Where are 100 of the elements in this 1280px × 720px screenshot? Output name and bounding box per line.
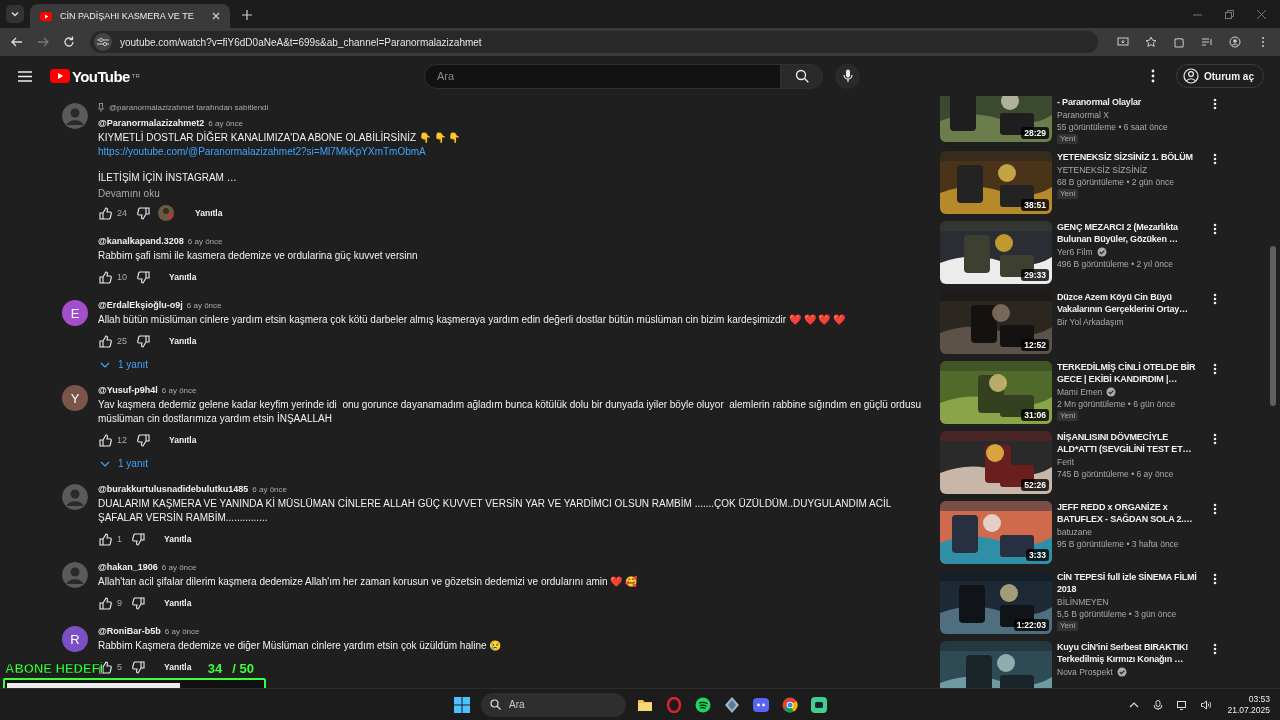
like-button[interactable] — [98, 432, 114, 448]
channel-name[interactable]: Yer6 Film — [1057, 246, 1093, 258]
video-title[interactable]: GENÇ MEZARCI 2 (Mezarlıkta Bulunan Büyüler, Gözüken … — [1057, 221, 1202, 245]
like-count: 5 — [117, 662, 122, 672]
video-duration: 52:26 — [1021, 479, 1049, 491]
forward-arrow-icon — [37, 36, 49, 48]
comment-time[interactable]: 6 ay önce — [164, 627, 200, 636]
speaker-icon — [1201, 699, 1212, 710]
like-count: 12 — [117, 435, 127, 445]
like-button[interactable] — [98, 205, 114, 221]
volume-button[interactable] — [1199, 697, 1214, 712]
video-meta: 2 Mn görüntüleme • 6 gün önce — [1057, 398, 1176, 410]
read-more-button[interactable]: Devamını oku — [98, 188, 160, 199]
comment-text: Rabbim Kaşmera dedemize ve diğer Müslüman cinlere yardım etsin çok üzüldüm haline 😢 — [98, 639, 502, 653]
microphone-icon — [1153, 699, 1164, 710]
search-button[interactable] — [781, 63, 823, 89]
comment-author[interactable]: @hakan_1906 — [98, 562, 158, 572]
comment-time[interactable]: 6 ay önce — [161, 386, 197, 395]
comment-link[interactable]: https://youtube.com/@Paranormalazizahmet2?si=Ml7MkKpYXmTmObmA — [98, 145, 426, 159]
more-vertical-icon — [1213, 643, 1218, 655]
reply-button[interactable]: Yanıtla — [165, 269, 201, 285]
search-field[interactable]: Ara — [424, 63, 781, 89]
video-title[interactable]: TERKEDİLMİŞ CİNLİ OTELDE BİR GECE | EKİBİ KANDIRDIM |… — [1057, 361, 1202, 385]
video-title[interactable]: Kuyu CİN'ini Serbest BIRAKTIK! Terkedilmiş Kırmızı Konağın … — [1057, 641, 1202, 665]
thumbs-down-icon — [136, 270, 150, 284]
windows-icon — [454, 696, 470, 713]
channel-name[interactable]: Ferit — [1057, 456, 1074, 468]
dislike-button[interactable] — [130, 531, 146, 547]
channel-name[interactable]: Paranormal X — [1057, 109, 1109, 121]
browser-tab[interactable]: CİN PADİŞAHI KASMERA VE TE — [30, 4, 230, 28]
clock-date[interactable]: 21.07.2025 — [1227, 704, 1270, 716]
close-tab-button[interactable] — [210, 10, 222, 22]
reply-button[interactable]: Yanıtla — [160, 531, 196, 547]
dislike-button[interactable] — [135, 333, 151, 349]
video-title[interactable]: - Paranormal Olaylar — [1057, 96, 1142, 108]
reply-button[interactable]: Yanıtla — [160, 659, 196, 675]
site-info-button[interactable] — [94, 33, 112, 51]
tab-list-button[interactable] — [6, 5, 24, 23]
scrollbar-thumb[interactable] — [1270, 246, 1276, 406]
dislike-button[interactable] — [130, 659, 146, 675]
channel-name[interactable]: Nova Prospekt — [1057, 666, 1113, 678]
comment-author[interactable]: @RoniBar-b5b — [98, 626, 161, 636]
channel-name[interactable]: Mami Emen — [1057, 386, 1103, 398]
comment-time[interactable]: 6 ay önce — [187, 237, 223, 246]
comment-time[interactable]: 6 ay önce — [186, 301, 222, 310]
like-button[interactable] — [98, 333, 114, 349]
dislike-button[interactable] — [135, 205, 151, 221]
sliders-icon — [97, 37, 109, 47]
video-title[interactable]: CİN TEPESİ full izle SİNEMA FİLMİ 2018 — [1057, 571, 1202, 595]
video-duration: 12:52 — [1021, 339, 1049, 351]
play-logo-icon — [50, 69, 70, 83]
dislike-button[interactable] — [135, 432, 151, 448]
clock-time[interactable]: 03:53 — [1248, 693, 1270, 705]
video-meta: 95 B görüntüleme • 3 hafta önce — [1057, 538, 1179, 550]
video-title[interactable]: JEFF REDD x ORGANİZE x BATUFLEX - SAĞDAN SOLA 2.… — [1057, 501, 1202, 525]
comment-author[interactable]: @kanalkapand.3208 — [98, 236, 184, 246]
video-duration: 31:06 — [1021, 409, 1049, 421]
video-title[interactable]: NİŞANLISINI DÖVMECİYLE ALD*ATTI (SEVGİLİNİ TEST ET… — [1057, 431, 1202, 455]
comment-text: Rabbim şafi ismi ile kasmera dedemize ve ordularina güç kuvvet versinn — [98, 249, 418, 263]
like-button[interactable] — [98, 269, 114, 285]
avatar: Y — [62, 385, 88, 411]
comment-author[interactable]: @burakkurtulusnadidebulutku1485 — [98, 484, 249, 494]
thumbs-up-icon — [99, 206, 113, 220]
youtube-logo[interactable]: YouTube — [50, 67, 130, 85]
reply-button[interactable]: Yanıtla — [160, 595, 196, 611]
dislike-button[interactable] — [135, 269, 151, 285]
video-title[interactable]: Düzce Azem Köyü Cin Büyü Vakalarının Gerçeklerini Ortay… — [1057, 291, 1202, 315]
comment-time[interactable]: 6 ay önce — [208, 119, 244, 128]
comment-author[interactable]: @Paranormalazizahmet2 — [98, 118, 205, 128]
channel-name[interactable]: batuzane — [1057, 526, 1092, 538]
restore-icon — [1224, 9, 1234, 19]
reply-button[interactable]: Yanıtla — [191, 205, 227, 221]
reply-button[interactable]: Yanıtla — [165, 333, 201, 349]
video-title[interactable]: YETENEKSİZ SİZSİNİZ 1. BÖLÜM — [1057, 151, 1193, 163]
reply-button[interactable]: Yanıtla — [165, 432, 201, 448]
like-button[interactable] — [98, 531, 114, 547]
thumbs-down-icon — [136, 206, 150, 220]
thumbs-up-icon — [99, 433, 113, 447]
address-bar-url[interactable]: youtube.com/watch?v=fiY6dD0aNeA&t=699s&ab_channel=Paranormalazizahmet — [120, 36, 482, 48]
channel-name[interactable]: Bir Yol Arkadaşım — [1057, 316, 1124, 328]
ring-icon — [666, 696, 682, 713]
chevron-down-icon — [10, 9, 20, 19]
comment-time[interactable]: 6 ay önce — [161, 563, 197, 572]
taskbar-search-field[interactable]: Ara — [481, 692, 626, 717]
voice-search-button[interactable] — [835, 63, 860, 89]
more-vertical-icon — [1213, 293, 1218, 305]
comment-author[interactable]: @ErdalEkşioğlu-o9j — [98, 300, 183, 310]
dislike-button[interactable] — [130, 595, 146, 611]
channel-name[interactable]: YETENEKSİZ SİZSİNİZ — [1057, 164, 1148, 176]
like-button[interactable] — [98, 595, 114, 611]
avatar: E — [62, 300, 88, 326]
replies-toggle[interactable]: 1 yanıt — [98, 455, 151, 472]
microphone-button[interactable] — [1151, 697, 1166, 712]
video-meta: 496 B görüntüleme • 2 yıl önce — [1057, 258, 1173, 270]
comment-author[interactable]: @Yusuf-p9h4l — [98, 385, 158, 395]
new-badge: Yeni — [1057, 189, 1079, 199]
channel-name[interactable]: BİLİNMEYEN — [1057, 596, 1109, 608]
comment-time[interactable]: 6 ay önce — [252, 485, 287, 494]
replies-toggle[interactable]: 1 yanıt — [98, 356, 151, 373]
chat-app-icon — [811, 696, 827, 713]
